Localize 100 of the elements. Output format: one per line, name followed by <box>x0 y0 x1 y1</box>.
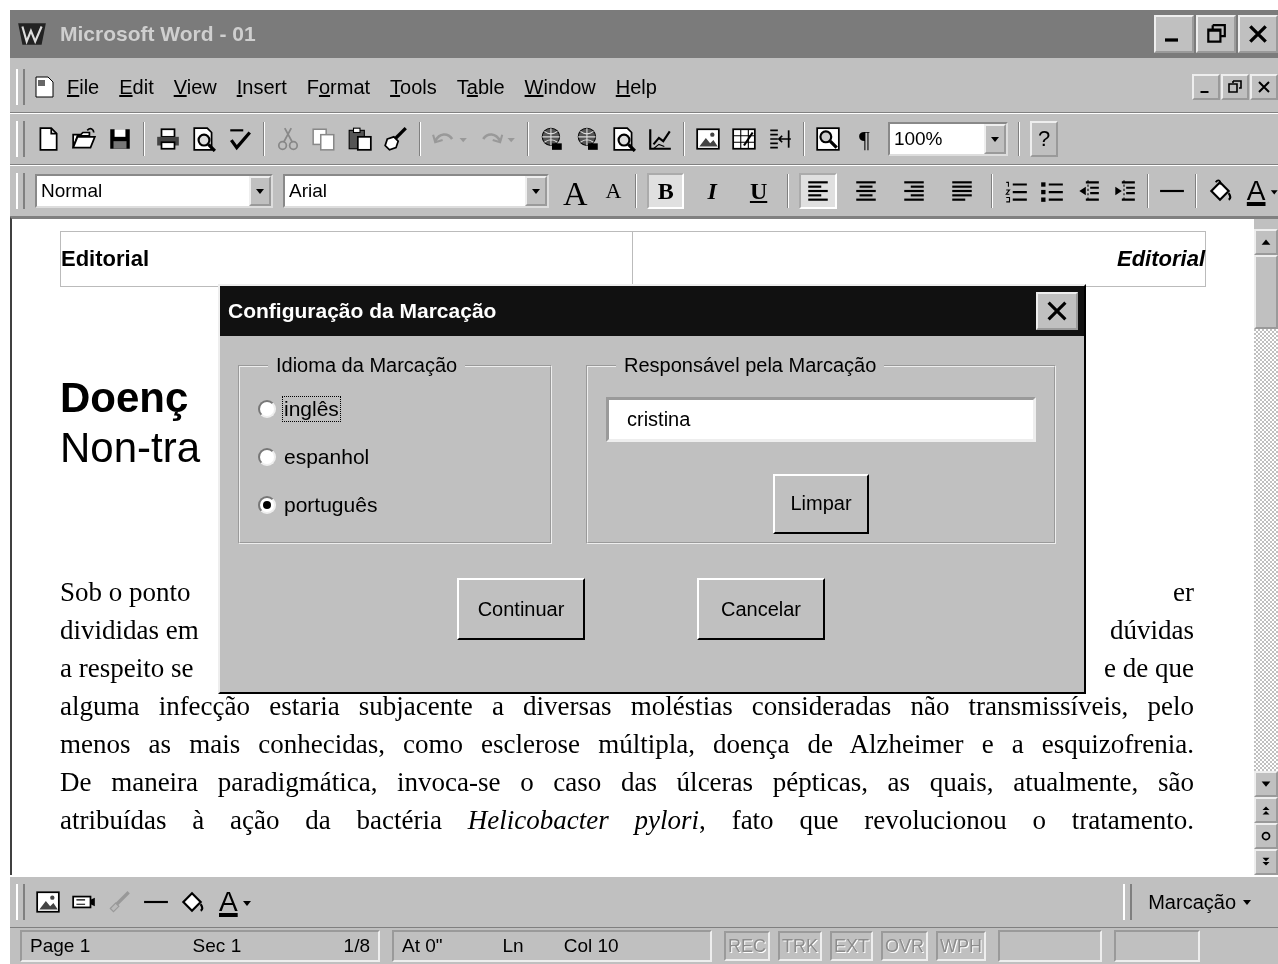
radio-label[interactable]: espanhol <box>282 444 372 470</box>
close-icon <box>1247 23 1269 45</box>
radio-label[interactable]: português <box>282 492 380 518</box>
status-text: 1/8 <box>343 935 370 957</box>
scroll-down-button[interactable] <box>1254 771 1278 797</box>
magnifier-icon[interactable] <box>815 126 841 152</box>
restore-icon <box>1205 23 1227 45</box>
body-text-line: alguma infecção estaria subjacente a diversas moléstias consideradas não transmissíveis, pelo <box>60 690 1194 723</box>
help-button[interactable]: ? <box>1029 121 1059 157</box>
spelling-icon[interactable] <box>227 126 253 152</box>
status-text: Sec 1 <box>192 935 242 957</box>
menu-item[interactable]: Insert <box>236 75 287 99</box>
paint-bucket-icon[interactable] <box>179 889 205 915</box>
group-label: Responsável pela Marcação <box>623 354 878 377</box>
menu-item[interactable]: Table <box>456 75 505 99</box>
bold-button[interactable]: B <box>647 173 684 209</box>
close-button[interactable] <box>1238 15 1278 53</box>
continue-button[interactable]: Continuar <box>457 578 585 640</box>
grow-font-button[interactable]: A <box>559 173 592 209</box>
minimize-icon <box>1199 91 1209 93</box>
restore-button[interactable] <box>1221 74 1249 100</box>
clear-button[interactable]: Limpar <box>773 473 869 534</box>
restore-icon <box>1228 80 1242 94</box>
caret-icon <box>983 124 1006 154</box>
body-text-line: menos as mais conhecidas, como esclerose múltipla, doença de Alzheimer e a esquizofrenia. <box>60 728 1194 761</box>
radio-button[interactable] <box>258 400 276 418</box>
zoom-dropdown[interactable]: 100% <box>887 122 1008 156</box>
open-folder-icon[interactable] <box>71 126 97 152</box>
table-icon[interactable] <box>731 126 757 152</box>
toolbar-grip[interactable] <box>16 121 25 157</box>
underline-button[interactable]: U <box>740 173 777 209</box>
italic-button[interactable]: I <box>693 173 731 209</box>
dialog-title: Configuração da Marcação <box>228 299 497 323</box>
menu-item[interactable]: Format <box>306 75 371 99</box>
toolbar-grip[interactable] <box>16 69 25 105</box>
caret-icon <box>525 176 547 206</box>
show-formatting-button[interactable]: ¶ <box>851 121 878 157</box>
radio-button[interactable] <box>258 496 276 514</box>
previous-page-button[interactable] <box>1254 797 1278 823</box>
heading-text: Non-tra <box>60 424 201 471</box>
status-text: Ln <box>502 935 524 957</box>
body-text-fragment: a respeito se <box>60 652 194 685</box>
globe-icon[interactable] <box>575 126 601 152</box>
minimize-button[interactable] <box>1154 15 1194 53</box>
minimize-icon <box>1164 38 1178 42</box>
toolbar-grip[interactable] <box>16 884 25 920</box>
menu-item[interactable]: Tools <box>390 75 437 99</box>
header-text: Editorial <box>1117 246 1205 272</box>
chart-icon[interactable] <box>647 126 673 152</box>
picture-icon[interactable] <box>35 889 61 915</box>
print-icon[interactable] <box>155 126 181 152</box>
document-search-icon[interactable] <box>611 126 637 152</box>
radio-button[interactable] <box>258 448 276 466</box>
font-color-button[interactable]: A <box>1242 173 1270 209</box>
name-field[interactable]: cristina <box>606 397 1036 442</box>
body-text-fragment: Sob o ponto <box>60 576 191 609</box>
body-text-line: De maneira paradigmática, invoca-se o caso das úlceras pépticas, as quais, atualmente, são <box>60 766 1194 799</box>
cancel-button[interactable]: Cancelar <box>697 578 825 640</box>
paste-icon[interactable] <box>347 126 373 152</box>
font-color-button[interactable]: A <box>215 884 242 920</box>
body-text-fragment: dúvidas <box>1110 614 1194 647</box>
close-button[interactable] <box>1036 292 1078 330</box>
scroll-thumb[interactable] <box>1254 255 1278 329</box>
menu-item[interactable]: Window <box>524 75 596 99</box>
status-text: At 0" <box>402 935 443 957</box>
toolbar-grip[interactable] <box>1123 884 1133 920</box>
minimize-button[interactable] <box>1192 74 1220 100</box>
body-text-fragment: divididas em <box>60 614 199 647</box>
print-preview-icon[interactable] <box>191 126 217 152</box>
picture-icon[interactable] <box>695 126 721 152</box>
globe-icon[interactable] <box>539 126 565 152</box>
header-text: Editorial <box>61 246 149 272</box>
restore-button[interactable] <box>1196 15 1236 53</box>
caret-icon <box>1242 897 1252 907</box>
style-dropdown[interactable]: Normal <box>35 174 273 208</box>
menu-item[interactable]: Edit <box>119 75 154 99</box>
scroll-up-button[interactable] <box>1254 229 1278 255</box>
font-dropdown[interactable]: Arial <box>283 174 549 208</box>
close-button[interactable] <box>1250 74 1278 100</box>
markup-menu-button[interactable]: Marcação <box>1142 889 1258 915</box>
caret-icon <box>249 176 271 206</box>
format-painter-icon[interactable] <box>383 126 409 152</box>
heading-text: Doenç <box>60 374 189 421</box>
next-page-button[interactable] <box>1254 849 1278 875</box>
group-label: Idioma da Marcação <box>275 354 459 377</box>
body-text-fragment: e de que <box>1104 652 1194 685</box>
menu-item[interactable]: File <box>67 75 100 99</box>
align-left-button[interactable] <box>798 173 837 209</box>
close-icon <box>1045 299 1069 323</box>
menu-item[interactable]: Help <box>615 75 657 99</box>
radio-label[interactable]: inglês <box>282 396 341 422</box>
toolbar-grip[interactable] <box>16 173 25 209</box>
save-icon[interactable] <box>107 126 133 152</box>
window-title: Microsoft Word - 01 <box>60 22 256 46</box>
body-text-fragment: er <box>1173 576 1194 609</box>
browse-object-button[interactable] <box>1254 823 1278 849</box>
document-icon[interactable] <box>33 75 57 99</box>
shrink-font-button[interactable]: A <box>601 173 626 209</box>
copy-icon[interactable] <box>311 126 337 152</box>
menu-item[interactable]: View <box>173 75 217 99</box>
